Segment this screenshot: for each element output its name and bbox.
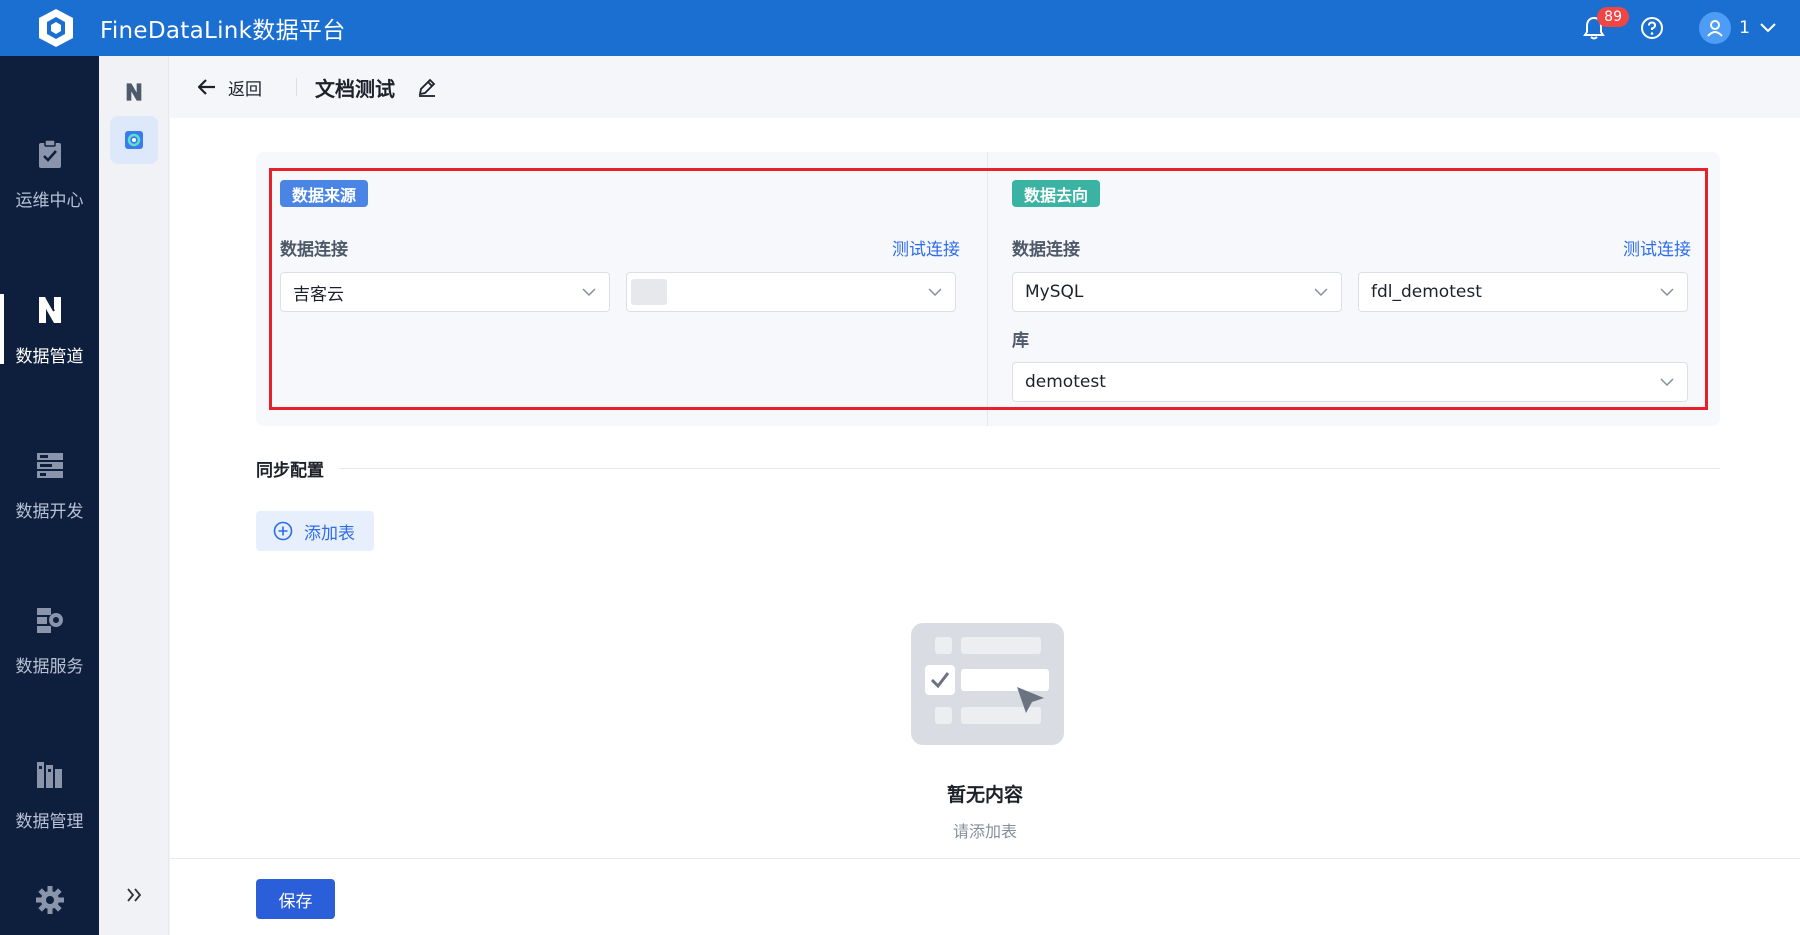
- empty-state-illustration-icon: [911, 623, 1064, 745]
- back-label: 返回: [228, 79, 262, 100]
- card-divider: [987, 152, 988, 426]
- nav-item-label: 数据管理: [15, 811, 84, 832]
- nav-item-data-pipeline[interactable]: 数据管道: [0, 274, 99, 384]
- section-divider: [338, 468, 1720, 469]
- target-db-label: 库: [1012, 331, 1029, 351]
- pipeline-icon: [32, 292, 68, 328]
- target-conn-type-value: MySQL: [1025, 282, 1084, 302]
- save-button[interactable]: 保存: [256, 879, 335, 919]
- notification-count-badge: 89: [1597, 7, 1629, 27]
- chevron-down-icon: [1760, 18, 1776, 38]
- target-conn-name-select[interactable]: fdl_demotest: [1358, 272, 1688, 312]
- chevron-down-icon: [927, 284, 943, 300]
- nav-item-label: 数据开发: [15, 501, 84, 522]
- top-bar: FineDataLink数据平台 89 1: [0, 0, 1800, 56]
- empty-state-title: 暂无内容: [946, 784, 1023, 806]
- nav-item-label: 运维中心: [15, 190, 84, 211]
- server-stack-icon: [32, 447, 68, 483]
- nav-item-ops-center[interactable]: 运维中心: [0, 118, 99, 228]
- page-title: 文档测试: [315, 76, 395, 101]
- sync-config-title: 同步配置: [256, 461, 324, 481]
- plus-circle-icon: [273, 521, 293, 541]
- empty-state-subtitle: 请添加表: [952, 822, 1017, 841]
- target-tag: 数据去向: [1012, 180, 1101, 207]
- main-content: 数据来源 数据连接 测试连接 吉客云 数据去向 数据连接 测试连接 MySQL …: [170, 118, 1800, 858]
- user-name: 1: [1739, 18, 1750, 38]
- nav-item-data-service[interactable]: 数据服务: [0, 584, 99, 694]
- target-conn-type-select[interactable]: MySQL: [1012, 272, 1342, 312]
- expand-double-chevron-icon[interactable]: [110, 875, 158, 915]
- source-conn-type-value: 吉客云: [293, 284, 344, 305]
- source-conn-label: 数据连接: [280, 240, 348, 260]
- user-avatar-icon: [1699, 12, 1732, 44]
- back-button[interactable]: 返回: [198, 75, 262, 100]
- edit-pencil-icon[interactable]: [417, 77, 437, 97]
- nav-item-label: 数据管道: [15, 346, 84, 367]
- add-table-label: 添加表: [304, 523, 355, 544]
- source-tag: 数据来源: [280, 180, 369, 207]
- service-icon: [32, 602, 68, 638]
- add-table-button[interactable]: 添加表: [256, 511, 374, 551]
- task-tab-icon[interactable]: [110, 116, 158, 164]
- chevron-down-icon: [581, 284, 597, 300]
- target-test-connection-link[interactable]: 测试连接: [1623, 235, 1691, 260]
- target-db-select[interactable]: demotest: [1012, 362, 1688, 402]
- nav-item-data-manage[interactable]: 数据管理: [0, 739, 99, 849]
- footer-bar: 保存: [170, 858, 1800, 935]
- sub-nav: [99, 56, 169, 935]
- target-conn-name-value: fdl_demotest: [1371, 282, 1482, 302]
- nav-item-data-dev[interactable]: 数据开发: [0, 429, 99, 539]
- page-header: 返回 文档测试: [170, 56, 1800, 118]
- user-menu[interactable]: 1: [1699, 12, 1776, 44]
- notification-bell-icon[interactable]: 89: [1579, 7, 1629, 43]
- arrow-left-icon: [198, 79, 216, 95]
- app-logo-icon[interactable]: [28, 0, 84, 56]
- header-divider: [296, 78, 297, 96]
- clipboard-check-icon: [32, 136, 68, 172]
- target-conn-label: 数据连接: [1012, 240, 1080, 260]
- connection-card: 数据来源 数据连接 测试连接 吉客云 数据去向 数据连接 测试连接 MySQL …: [256, 152, 1720, 426]
- chevron-down-icon: [1659, 374, 1675, 390]
- main-nav: 运维中心 数据管道 数据开发 数据服务 数据管理: [0, 56, 99, 935]
- source-test-connection-link[interactable]: 测试连接: [892, 235, 960, 260]
- chevron-down-icon: [1659, 284, 1675, 300]
- settings-gear-icon[interactable]: [0, 875, 99, 925]
- chevron-down-icon: [1313, 284, 1329, 300]
- app-title: FineDataLink数据平台: [100, 18, 346, 44]
- redacted-value-placeholder: [631, 279, 667, 305]
- nav-item-label: 数据服务: [15, 656, 84, 677]
- source-conn-type-select[interactable]: 吉客云: [280, 272, 610, 312]
- pipeline-list-icon[interactable]: [110, 68, 158, 116]
- target-db-value: demotest: [1025, 372, 1106, 392]
- help-icon[interactable]: [1637, 13, 1667, 43]
- source-conn-name-select[interactable]: [626, 272, 956, 312]
- books-icon: [32, 757, 68, 793]
